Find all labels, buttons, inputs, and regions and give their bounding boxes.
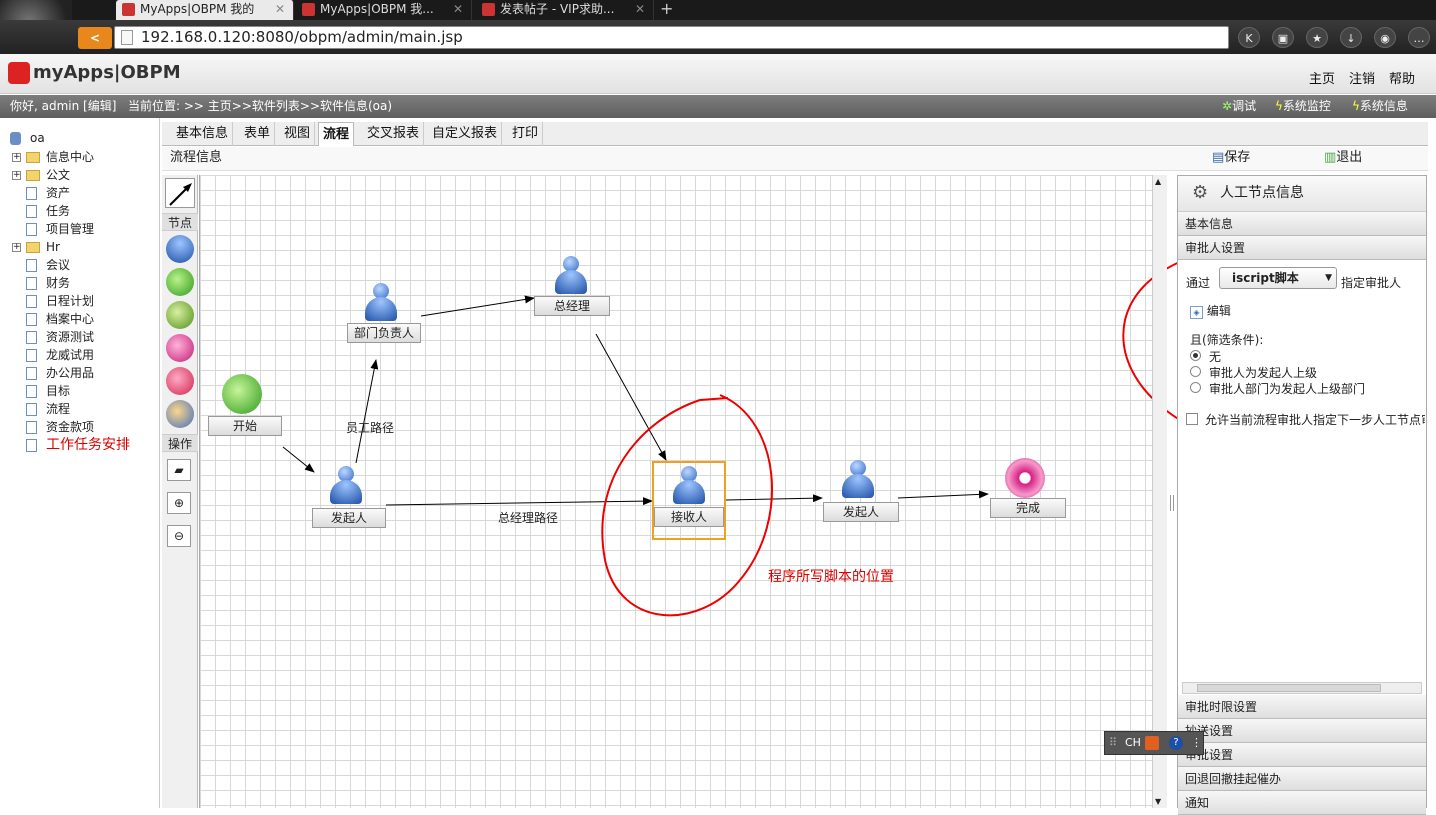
edge-start-initiator[interactable] <box>282 446 315 473</box>
edge-gm-path[interactable] <box>385 497 653 506</box>
radio-none[interactable] <box>1190 350 1201 361</box>
edge-gm-receiver[interactable] <box>595 333 667 461</box>
edge-label-employee: 员工路径 <box>346 421 395 435</box>
scroll-down-icon[interactable]: ▼ <box>1155 797 1161 806</box>
person-icon <box>328 466 364 508</box>
edge-dept-gm[interactable] <box>420 295 535 317</box>
gear-icon: ⚙ <box>1192 182 1209 203</box>
annotation-text: 程序所写脚本的位置 <box>768 569 894 585</box>
edit-button[interactable]: ◈ 编辑 <box>1190 302 1231 319</box>
script-icon: ◈ <box>1190 306 1203 319</box>
person-icon <box>553 256 589 298</box>
radio-superior[interactable] <box>1190 366 1201 377</box>
allow-assign-checkbox[interactable] <box>1186 413 1198 425</box>
person-icon <box>671 466 707 508</box>
chevron-down-icon: ▼ <box>1325 273 1332 283</box>
edge-employee-path[interactable] <box>355 359 379 464</box>
panel-hscrollbar[interactable] <box>1182 682 1422 694</box>
section-approver[interactable]: 审批人设置 <box>1178 236 1426 260</box>
radio-none-label: 无 <box>1209 350 1222 364</box>
section-time-limit[interactable]: 审批时限设置 <box>1178 695 1426 719</box>
via-label: 通过 <box>1186 276 1211 290</box>
section-rollback[interactable]: 回退回撤挂起催办 <box>1178 767 1426 791</box>
edge-label-gm: 总经理路径 <box>498 511 559 525</box>
ime-toolbar[interactable]: ⠿ CH ? ⋮ <box>1104 731 1204 755</box>
person-icon <box>840 460 876 502</box>
filter-label: 且(筛选条件): <box>1190 333 1264 347</box>
ime-logo-icon <box>1145 736 1159 750</box>
node-receiver[interactable]: 接收人 <box>652 461 726 540</box>
edge-initiator-finish[interactable] <box>897 490 989 499</box>
canvas-scrollbar[interactable]: ▲ ▼ <box>1152 175 1167 808</box>
splitter-handle[interactable] <box>1170 495 1174 511</box>
ime-menu-icon[interactable]: ⋮ <box>1191 732 1202 754</box>
section-basic[interactable]: 基本信息 <box>1178 212 1426 236</box>
ime-lang[interactable]: CH <box>1125 732 1141 754</box>
section-approve[interactable]: 审批设置 <box>1178 743 1426 767</box>
start-icon <box>222 374 262 414</box>
section-cc[interactable]: 抄送设置 <box>1178 719 1426 743</box>
allow-assign-label: 允许当前流程审批人指定下一步人工节点审 <box>1205 413 1425 427</box>
via-select[interactable]: iscript脚本 ▼ <box>1219 267 1337 289</box>
panel-title: ⚙ 人工节点信息 <box>1178 176 1426 212</box>
radio-superior-label: 审批人为发起人上级 <box>1209 366 1318 380</box>
properties-panel: ⚙ 人工节点信息 基本信息 审批人设置 通过 iscript脚本 ▼ 指定审批人… <box>1177 175 1427 815</box>
help-icon[interactable]: ? <box>1169 736 1183 750</box>
person-icon <box>363 283 399 325</box>
grip-icon: ⠿ <box>1109 736 1118 749</box>
radio-dept-superior-label: 审批人部门为发起人上级部门 <box>1209 382 1366 396</box>
scroll-up-icon[interactable]: ▲ <box>1155 177 1161 186</box>
assign-label: 指定审批人 <box>1341 276 1402 290</box>
radio-dept-superior[interactable] <box>1190 382 1201 393</box>
scroll-thumb[interactable] <box>1197 684 1381 692</box>
edge-receiver-initiator[interactable] <box>725 494 823 503</box>
finish-icon <box>1005 458 1045 498</box>
section-notice[interactable]: 通知 <box>1178 791 1426 815</box>
